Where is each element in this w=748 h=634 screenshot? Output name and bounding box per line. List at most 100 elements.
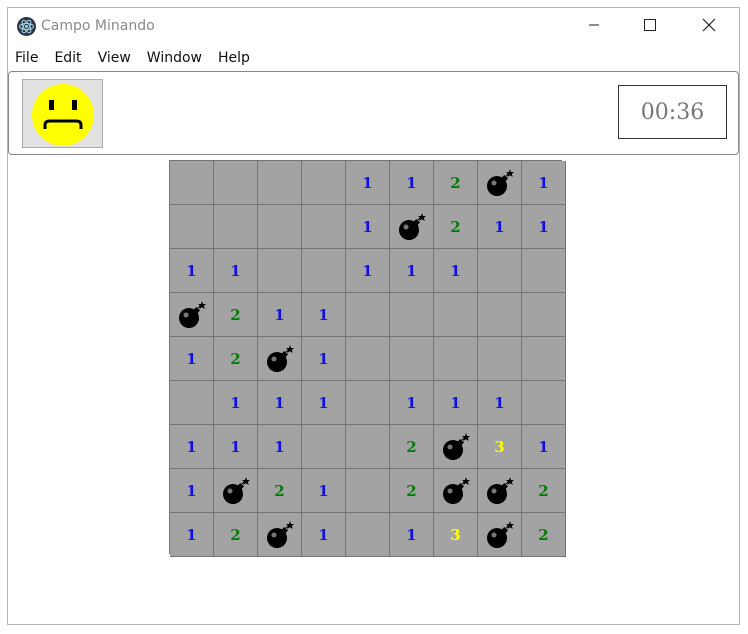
- number-cell[interactable]: 2: [258, 469, 302, 513]
- empty-cell[interactable]: [390, 337, 434, 381]
- bomb-icon: [441, 432, 471, 462]
- cell-number: 1: [318, 481, 329, 500]
- bomb-icon: [485, 520, 515, 550]
- mine-cell[interactable]: [434, 469, 478, 513]
- number-cell[interactable]: 1: [170, 469, 214, 513]
- mine-cell[interactable]: [390, 205, 434, 249]
- empty-cell[interactable]: [170, 381, 214, 425]
- title-bar[interactable]: Campo Minando: [8, 8, 739, 46]
- empty-cell[interactable]: [302, 205, 346, 249]
- empty-cell[interactable]: [170, 161, 214, 205]
- cell-number: 2: [230, 305, 241, 324]
- empty-cell[interactable]: [346, 337, 390, 381]
- empty-cell[interactable]: [478, 337, 522, 381]
- empty-cell[interactable]: [302, 249, 346, 293]
- number-cell[interactable]: 1: [434, 249, 478, 293]
- number-cell[interactable]: 1: [346, 249, 390, 293]
- number-cell[interactable]: 1: [302, 293, 346, 337]
- number-cell[interactable]: 1: [434, 381, 478, 425]
- mine-cell[interactable]: [170, 293, 214, 337]
- maximize-button[interactable]: [627, 8, 673, 42]
- empty-cell[interactable]: [258, 249, 302, 293]
- number-cell[interactable]: 1: [522, 205, 566, 249]
- number-cell[interactable]: 1: [258, 293, 302, 337]
- mine-cell[interactable]: [478, 161, 522, 205]
- window-title: Campo Minando: [41, 18, 155, 34]
- number-cell[interactable]: 1: [302, 513, 346, 557]
- number-cell[interactable]: 1: [522, 161, 566, 205]
- menu-help[interactable]: Help: [210, 48, 258, 70]
- minefield-grid: 1 1 2 1 1 2 1 1 1 1 1 1 1 2 1 1 1 2 1 1 1 1 1 1 1 1 1 1 2 3 1 1 2 1 2 2 1 2 1 1…: [169, 160, 566, 557]
- number-cell[interactable]: 1: [390, 381, 434, 425]
- empty-cell[interactable]: [346, 469, 390, 513]
- number-cell[interactable]: 2: [390, 469, 434, 513]
- number-cell[interactable]: 2: [214, 293, 258, 337]
- menu-window[interactable]: Window: [139, 48, 210, 70]
- number-cell[interactable]: 2: [522, 513, 566, 557]
- number-cell[interactable]: 1: [302, 469, 346, 513]
- menu-file[interactable]: File: [8, 48, 46, 70]
- number-cell[interactable]: 1: [170, 337, 214, 381]
- number-cell[interactable]: 3: [478, 425, 522, 469]
- empty-cell[interactable]: [346, 293, 390, 337]
- empty-cell[interactable]: [522, 337, 566, 381]
- empty-cell[interactable]: [346, 513, 390, 557]
- number-cell[interactable]: 1: [302, 337, 346, 381]
- empty-cell[interactable]: [302, 425, 346, 469]
- empty-cell[interactable]: [346, 381, 390, 425]
- menu-edit[interactable]: Edit: [46, 48, 89, 70]
- number-cell[interactable]: 1: [258, 425, 302, 469]
- number-cell[interactable]: 1: [390, 161, 434, 205]
- number-cell[interactable]: 1: [522, 425, 566, 469]
- number-cell[interactable]: 1: [346, 161, 390, 205]
- empty-cell[interactable]: [434, 293, 478, 337]
- number-cell[interactable]: 2: [434, 205, 478, 249]
- number-cell[interactable]: 1: [214, 249, 258, 293]
- number-cell[interactable]: 2: [214, 337, 258, 381]
- number-cell[interactable]: 3: [434, 513, 478, 557]
- empty-cell[interactable]: [478, 249, 522, 293]
- number-cell[interactable]: 1: [478, 205, 522, 249]
- empty-cell[interactable]: [346, 425, 390, 469]
- empty-cell[interactable]: [522, 293, 566, 337]
- number-cell[interactable]: 1: [390, 249, 434, 293]
- number-cell[interactable]: 1: [170, 249, 214, 293]
- empty-cell[interactable]: [302, 161, 346, 205]
- number-cell[interactable]: 1: [170, 425, 214, 469]
- empty-cell[interactable]: [258, 205, 302, 249]
- number-cell[interactable]: 1: [170, 513, 214, 557]
- empty-cell[interactable]: [390, 293, 434, 337]
- cell-number: 2: [230, 349, 241, 368]
- close-button[interactable]: [686, 8, 732, 42]
- number-cell[interactable]: 1: [478, 381, 522, 425]
- number-cell[interactable]: 1: [258, 381, 302, 425]
- new-game-face-button[interactable]: [22, 79, 103, 148]
- empty-cell[interactable]: [478, 293, 522, 337]
- empty-cell[interactable]: [522, 249, 566, 293]
- mine-cell[interactable]: [434, 425, 478, 469]
- number-cell[interactable]: 2: [214, 513, 258, 557]
- empty-cell[interactable]: [214, 161, 258, 205]
- empty-cell[interactable]: [170, 205, 214, 249]
- minimize-button[interactable]: [571, 8, 617, 42]
- mine-cell[interactable]: [258, 513, 302, 557]
- number-cell[interactable]: 1: [214, 425, 258, 469]
- empty-cell[interactable]: [214, 205, 258, 249]
- number-cell[interactable]: 2: [522, 469, 566, 513]
- empty-cell[interactable]: [522, 381, 566, 425]
- mine-cell[interactable]: [478, 513, 522, 557]
- mine-cell[interactable]: [214, 469, 258, 513]
- empty-cell[interactable]: [258, 161, 302, 205]
- mine-cell[interactable]: [258, 337, 302, 381]
- number-cell[interactable]: 1: [214, 381, 258, 425]
- mine-cell[interactable]: [478, 469, 522, 513]
- menu-view[interactable]: View: [90, 48, 139, 70]
- game-header: 00:36: [8, 71, 739, 155]
- number-cell[interactable]: 1: [302, 381, 346, 425]
- number-cell[interactable]: 2: [390, 425, 434, 469]
- cell-number: 1: [318, 525, 329, 544]
- number-cell[interactable]: 2: [434, 161, 478, 205]
- number-cell[interactable]: 1: [390, 513, 434, 557]
- empty-cell[interactable]: [434, 337, 478, 381]
- number-cell[interactable]: 1: [346, 205, 390, 249]
